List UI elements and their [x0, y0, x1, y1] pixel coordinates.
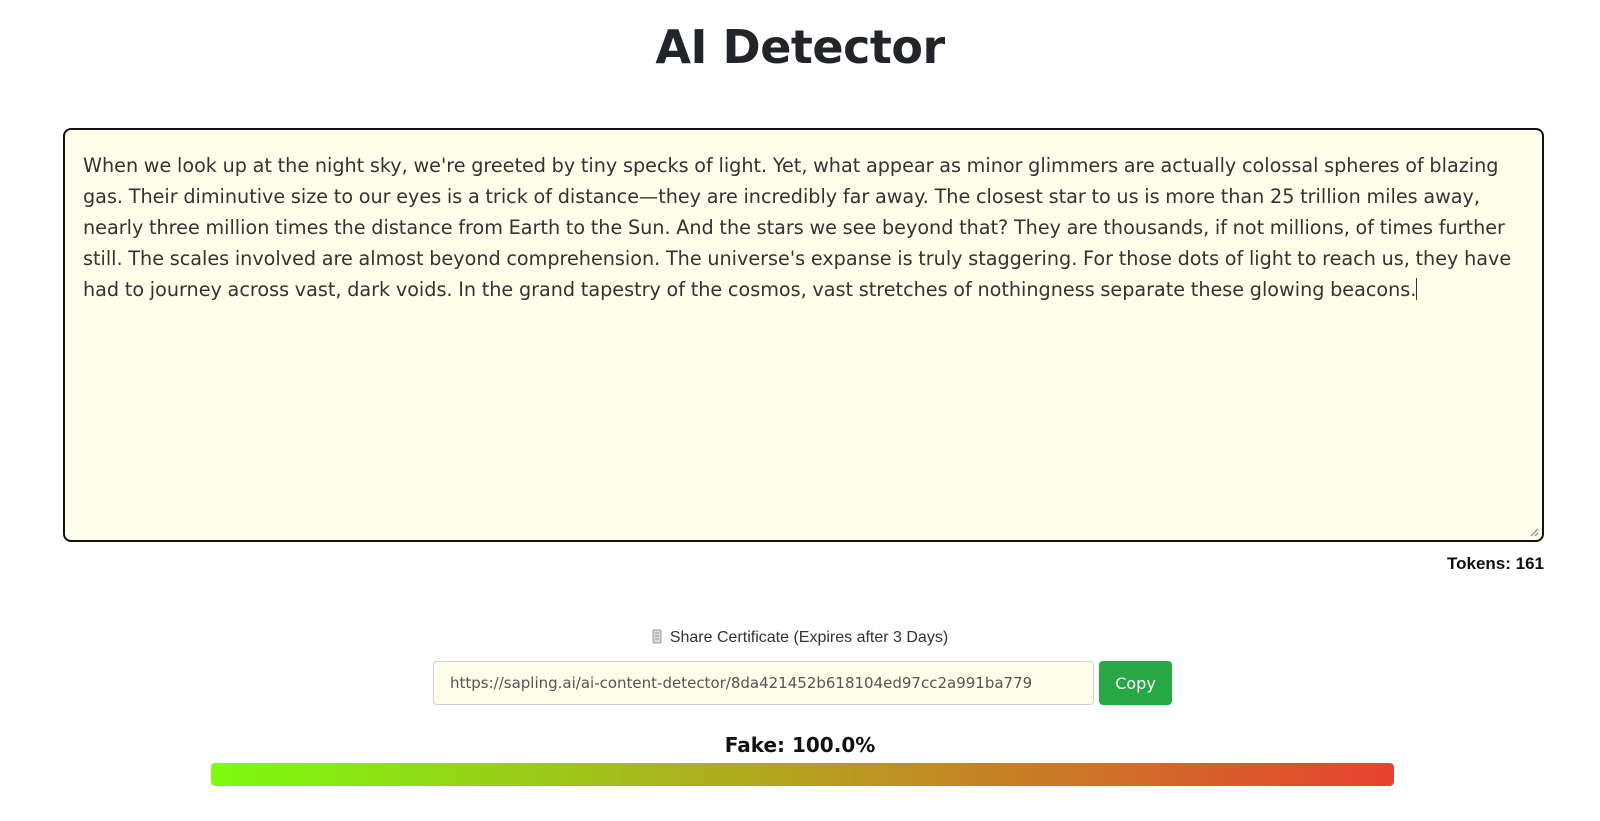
token-count: Tokens: 161: [1446, 554, 1544, 573]
page-title: AI Detector: [655, 20, 945, 74]
share-url-input[interactable]: [433, 661, 1094, 705]
text-caret: [1416, 278, 1418, 300]
share-certificate-label: Share Certificate (Expires after 3 Days): [0, 629, 1600, 647]
scroll-icon: [652, 629, 662, 644]
fake-score-label: Fake: 100.0%: [724, 733, 876, 757]
resize-handle-icon[interactable]: [1529, 527, 1539, 537]
editor-text: When we look up at the night sky, we're …: [83, 154, 1512, 301]
fake-score-bar: [211, 763, 1394, 786]
copy-button[interactable]: Copy: [1099, 661, 1172, 705]
fake-score-bar-fill: [211, 763, 1394, 786]
share-certificate-text: Share Certificate (Expires after 3 Days): [669, 629, 949, 646]
text-input-area[interactable]: When we look up at the night sky, we're …: [63, 128, 1544, 542]
